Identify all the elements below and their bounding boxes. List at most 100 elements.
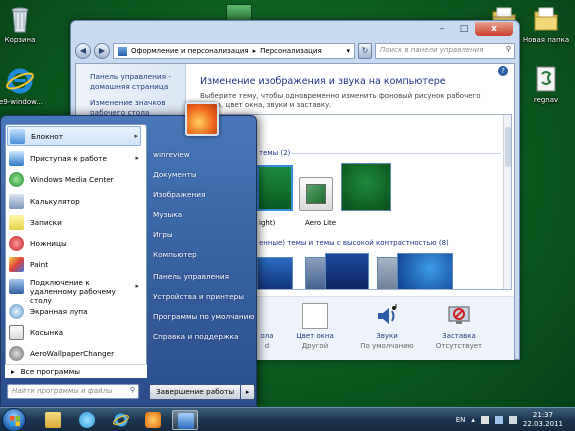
chevron-right-icon: ▸ (134, 132, 138, 140)
program-magnifier[interactable]: Экранная лупа (7, 301, 141, 321)
window-color-icon (302, 303, 328, 329)
minimize-button[interactable]: – (431, 22, 453, 36)
start-right-default-programs[interactable]: Программы по умолчанию (153, 312, 255, 321)
maximize-button[interactable]: □ (453, 22, 475, 36)
shutdown-button[interactable]: Завершение работы (149, 384, 242, 400)
start-right-games[interactable]: Игры (153, 230, 255, 239)
paint-icon (9, 256, 24, 272)
flag-icon[interactable] (480, 416, 489, 424)
theme-thumbnail-aero-lite[interactable] (299, 177, 333, 211)
user-picture[interactable] (185, 102, 219, 136)
control-panel-icon (118, 46, 127, 56)
theme-thumbnail-selected[interactable] (257, 165, 293, 211)
forward-button[interactable]: ▶ (94, 43, 110, 59)
program-notepad[interactable]: Блокнот ▸ (7, 126, 141, 146)
start-right-computer[interactable]: Компьютер (153, 250, 255, 259)
back-button[interactable]: ◀ (75, 43, 91, 59)
desktop-icon-recycle-bin[interactable]: Корзина (0, 4, 46, 45)
screensaver-option[interactable]: Заставка Отсутствует (424, 303, 494, 350)
close-button[interactable]: x (475, 22, 513, 36)
taskbar-explorer[interactable] (40, 410, 66, 430)
address-bar[interactable]: Оформление и персонализация ▸ Персонализ… (113, 43, 355, 59)
desktop-icon-new-folder[interactable]: Новая папка (520, 4, 572, 45)
control-panel-icon (178, 413, 194, 429)
program-remote-desktop[interactable]: Подключение к удаленному рабочему столу … (7, 276, 141, 305)
taskbar-media-player[interactable] (140, 410, 166, 430)
sidebar-link-home[interactable]: Панель управления - домашняя страница (90, 72, 180, 92)
shutdown-options-button[interactable]: ▸ (241, 384, 256, 400)
all-programs-button[interactable]: ▸ Все программы (5, 364, 147, 378)
start-right-help-support[interactable]: Справка и поддержка (153, 332, 255, 341)
program-getting-started[interactable]: Приступая к работе ▸ (7, 148, 141, 168)
start-right-user[interactable]: winreview (153, 150, 255, 159)
theme-thumbnail-green[interactable] (341, 163, 391, 211)
start-right-control-panel[interactable]: Панель управления (153, 272, 255, 281)
start-right-devices-printers[interactable]: Устройства и принтеры (153, 292, 255, 301)
breadcrumb-segment[interactable]: Оформление и персонализация (131, 47, 249, 55)
group-divider (291, 153, 501, 154)
desktop-icon-ie9[interactable]: ie9-window... (0, 66, 46, 107)
search-placeholder: Поиск в панели управления (380, 46, 484, 54)
program-aero-wallpaper-changer[interactable]: AeroWallpaperChanger (7, 343, 141, 363)
help-icon[interactable]: ? (498, 66, 508, 76)
start-button[interactable] (2, 408, 26, 431)
start-right-pictures[interactable]: Изображения (153, 190, 255, 199)
notepad-icon (10, 128, 25, 144)
theme-label: Aero Lite (305, 219, 337, 227)
option-label: Заставка (442, 332, 476, 340)
scrollbar-thumb[interactable] (505, 127, 511, 167)
volume-icon[interactable] (508, 416, 517, 424)
search-input[interactable]: Поиск в панели управления ⚲ (375, 43, 515, 59)
navigation-bar: ◀ ▶ Оформление и персонализация ▸ Персон… (75, 41, 515, 61)
clock[interactable]: 21:37 22.03.2011 (523, 411, 563, 429)
chevron-down-icon[interactable]: ▾ (346, 47, 350, 55)
program-label: Windows Media Center (30, 174, 114, 184)
program-solitaire[interactable]: Косынка (7, 322, 141, 342)
desktop-icon-label: ie9-window... (0, 98, 43, 106)
breadcrumb-segment[interactable]: Персонализация (260, 47, 322, 55)
language-indicator[interactable]: EN (456, 416, 466, 424)
program-sticky-notes[interactable]: Записки (7, 212, 141, 232)
taskbar-twitter[interactable] (74, 410, 100, 430)
getting-started-icon (9, 150, 24, 166)
desktop-icon-label: regnav (533, 96, 559, 104)
option-value: Отсутствует (435, 342, 483, 350)
theme-thumbnail-basic-3[interactable] (325, 253, 369, 289)
taskbar: EN ▴ 21:37 22.03.2011 (0, 407, 575, 431)
remote-desktop-icon (9, 279, 24, 294)
option-label: Звуки (376, 332, 398, 340)
search-icon: ⚲ (129, 386, 135, 394)
program-label: Ножницы (30, 238, 67, 248)
taskbar-internet-explorer[interactable] (108, 410, 134, 430)
group-heading-basic-themes: енные) темы и темы с высокой контрастнос… (259, 239, 449, 247)
start-menu: Блокнот ▸ Приступая к работе ▸ Windows M… (0, 115, 257, 407)
program-snipping-tool[interactable]: Ножницы (7, 233, 141, 253)
program-calculator[interactable]: Калькулятор (7, 191, 141, 211)
desktop-icon-regnav[interactable]: regnav (520, 64, 572, 105)
chevron-up-icon[interactable]: ▴ (471, 416, 475, 424)
start-right-documents[interactable]: Документы (153, 170, 255, 179)
program-media-center[interactable]: Windows Media Center (7, 169, 141, 189)
theme-thumbnail-basic-5[interactable] (397, 253, 453, 289)
themes-scrollbar[interactable] (503, 115, 511, 289)
clock-time: 21:37 (532, 411, 554, 419)
start-search-input[interactable]: Найти программы и файлы ⚲ (7, 384, 139, 399)
chevron-right-icon: ▸ (11, 367, 15, 376)
window-color-option[interactable]: Цвет окна Другой (280, 303, 350, 350)
theme-thumbnail-basic-1[interactable] (257, 257, 293, 289)
start-right-music[interactable]: Музыка (153, 210, 255, 219)
refresh-button[interactable]: ↻ (358, 43, 372, 59)
bird-icon (79, 412, 95, 428)
desktop-icon-label: Корзина (4, 36, 36, 44)
sounds-option[interactable]: Звуки По умолчанию (352, 303, 422, 350)
aero-lite-preview-icon (306, 184, 326, 204)
start-search-placeholder: Найти программы и файлы (12, 387, 113, 395)
program-label: Косынка (30, 327, 64, 337)
program-paint[interactable]: Paint (7, 254, 141, 274)
network-icon[interactable] (494, 416, 503, 424)
registry-icon (531, 64, 561, 94)
chevron-right-icon: ▸ (135, 282, 139, 290)
solitaire-icon (9, 324, 24, 340)
search-icon: ⚲ (505, 45, 511, 53)
taskbar-control-panel[interactable] (172, 410, 198, 430)
